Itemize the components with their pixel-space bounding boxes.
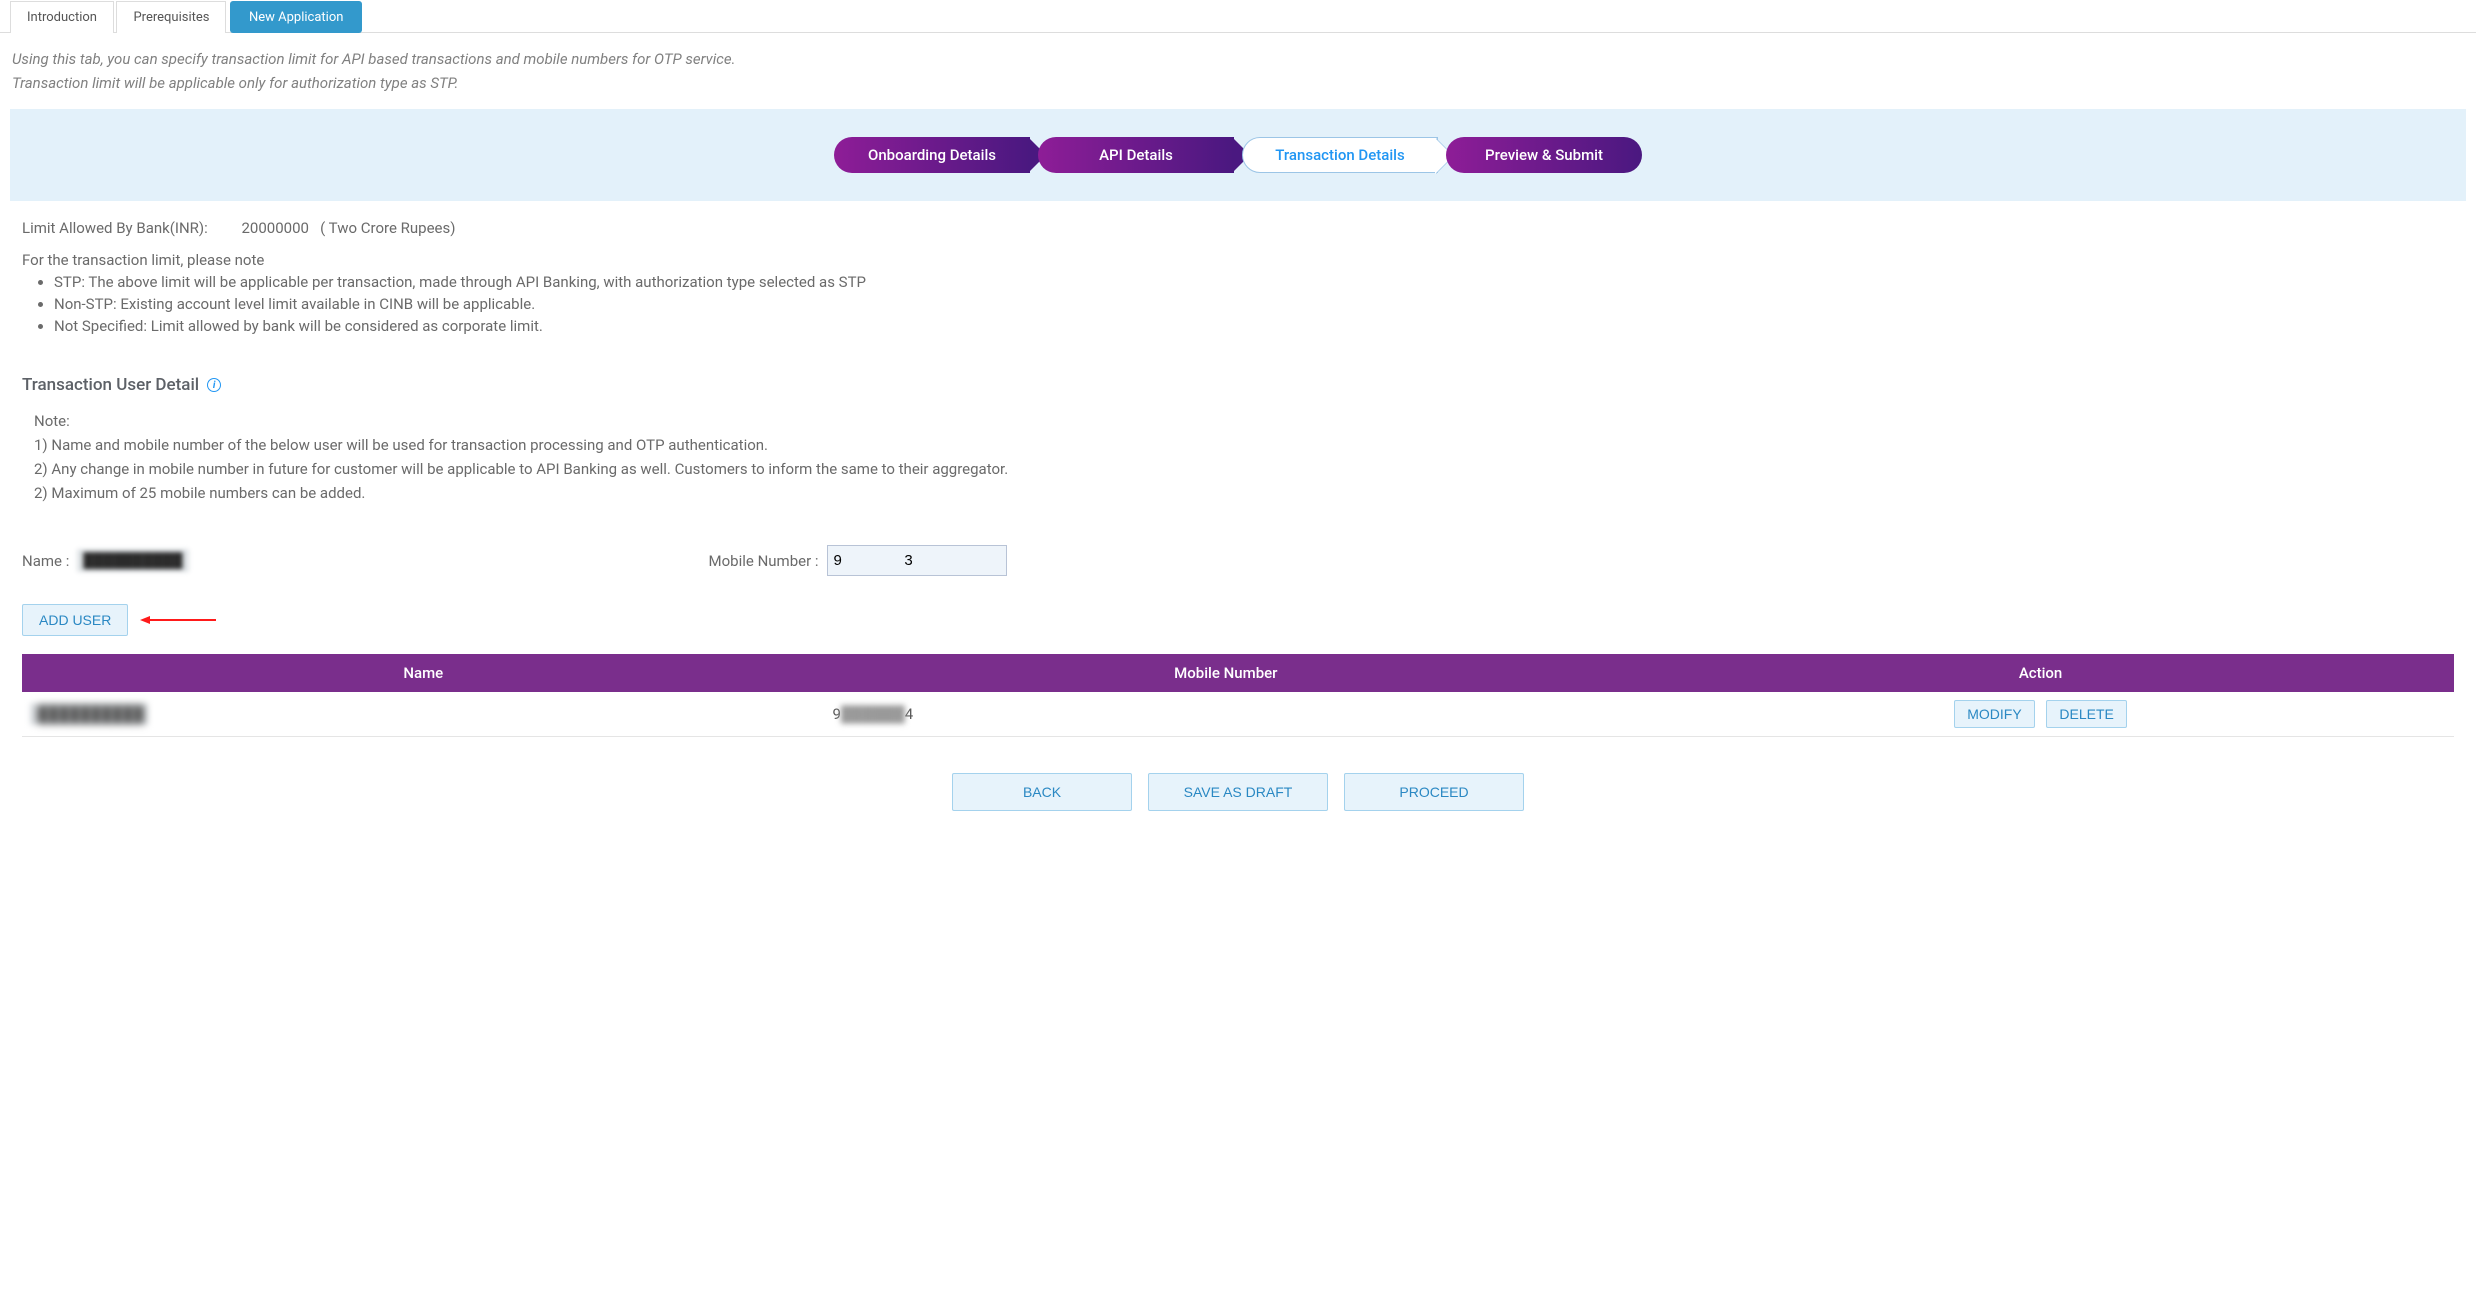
limit-notes-list: STP: The above limit will be applicable …: [54, 273, 2454, 335]
row-mobile-mid: ██████: [841, 705, 905, 723]
top-tabs: Introduction Prerequisites New Applicati…: [0, 0, 2476, 33]
col-action: Action: [1627, 654, 2454, 692]
col-mobile-number: Mobile Number: [825, 654, 1628, 692]
table-row: :██████████ 9██████4 MODIFY DELETE: [22, 692, 2454, 737]
step-onboarding-details[interactable]: Onboarding Details: [834, 137, 1030, 173]
footer-buttons: BACK SAVE AS DRAFT PROCEED: [22, 773, 2454, 811]
save-as-draft-button[interactable]: SAVE AS DRAFT: [1148, 773, 1328, 811]
back-button[interactable]: BACK: [952, 773, 1132, 811]
tab-new-application[interactable]: New Application: [230, 1, 362, 33]
limit-note-item: Not Specified: Limit allowed by bank wil…: [54, 317, 2454, 335]
row-name-value: :██████████: [30, 703, 148, 725]
intro-line-1: Using this tab, you can specify transact…: [12, 47, 2464, 71]
tab-introduction[interactable]: Introduction: [10, 1, 114, 33]
name-input-value: ██████████: [77, 549, 188, 572]
step-api-details[interactable]: API Details: [1038, 137, 1234, 173]
row-mobile-suffix: 4: [905, 705, 913, 723]
user-note-item: 2) Any change in mobile number in future…: [34, 457, 2454, 481]
user-table: Name Mobile Number Action :██████████ 9█…: [22, 654, 2454, 737]
stepper: Onboarding Details API Details Transacti…: [10, 109, 2466, 201]
section-transaction-user-detail: Transaction User Detail i: [22, 375, 2454, 395]
proceed-button[interactable]: PROCEED: [1344, 773, 1524, 811]
user-note-item: 1) Name and mobile number of the below u…: [34, 433, 2454, 457]
limit-allowed-value: 20000000: [242, 219, 309, 237]
limit-allowed-label: Limit Allowed By Bank(INR):: [22, 219, 208, 237]
name-label: Name :: [22, 552, 69, 570]
red-arrow-annotation: [140, 613, 216, 627]
user-notes-block: Note: 1) Name and mobile number of the b…: [34, 409, 2454, 505]
modify-button[interactable]: MODIFY: [1954, 700, 2034, 728]
row-mobile-prefix: 9: [833, 705, 841, 723]
mobile-number-input[interactable]: [827, 545, 1007, 576]
intro-line-2: Transaction limit will be applicable onl…: [12, 71, 2464, 95]
step-preview-submit[interactable]: Preview & Submit: [1446, 137, 1642, 173]
limit-note-item: STP: The above limit will be applicable …: [54, 273, 2454, 291]
col-name: Name: [22, 654, 825, 692]
limit-allowed-words: ( Two Crore Rupees): [320, 219, 455, 237]
limit-note-item: Non-STP: Existing account level limit av…: [54, 295, 2454, 313]
tab-prerequisites[interactable]: Prerequisites: [116, 1, 226, 33]
limit-notes-heading: For the transaction limit, please note: [22, 251, 2454, 269]
intro-text: Using this tab, you can specify transact…: [0, 33, 2476, 109]
user-note-item: 2) Maximum of 25 mobile numbers can be a…: [34, 481, 2454, 505]
step-transaction-details[interactable]: Transaction Details: [1242, 137, 1438, 173]
delete-button[interactable]: DELETE: [2046, 700, 2126, 728]
user-notes-heading: Note:: [34, 409, 2454, 433]
info-icon[interactable]: i: [207, 378, 221, 392]
add-user-button[interactable]: ADD USER: [22, 604, 128, 636]
mobile-number-label: Mobile Number :: [709, 552, 819, 570]
